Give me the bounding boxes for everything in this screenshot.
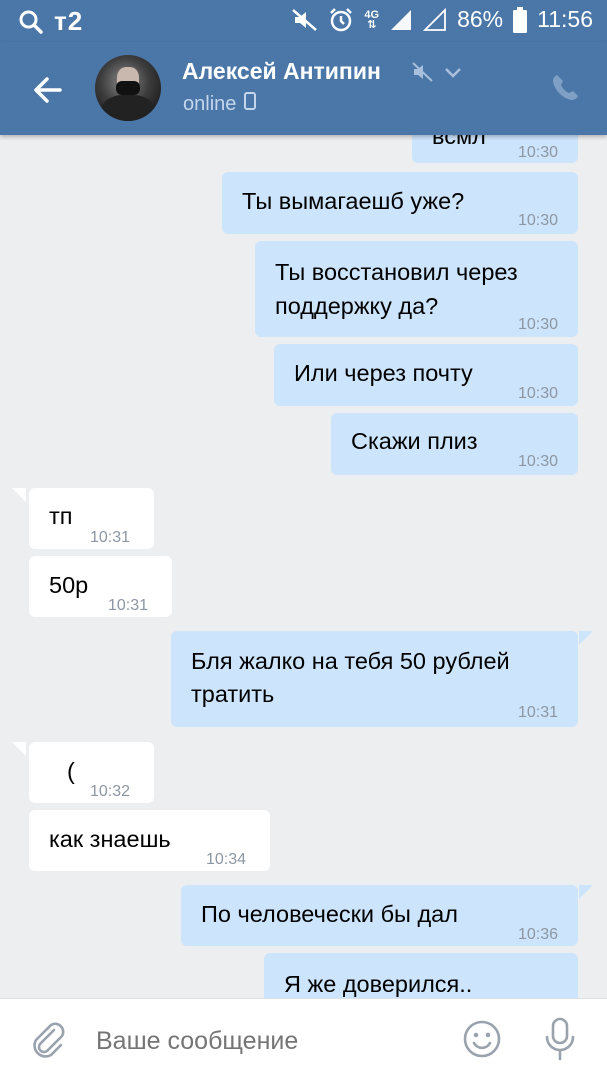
- clock: 11:56: [537, 6, 593, 32]
- message-text: Или через почту: [294, 360, 473, 386]
- chat-header: Алексей Антипин online: [0, 42, 607, 135]
- carrier-name: т2: [54, 6, 84, 36]
- phone-icon[interactable]: [549, 72, 581, 104]
- message-text-line: Бля жалко на тебя 50 рублей: [191, 648, 510, 674]
- message-outgoing[interactable]: По человечески бы дал 10:36: [181, 885, 578, 946]
- mobile-icon: [244, 92, 257, 116]
- message-text: Ты вымагаешб уже?: [242, 188, 465, 214]
- message-text: как знаешь: [49, 826, 171, 852]
- bubble-tail: [12, 742, 26, 756]
- microphone-icon[interactable]: [543, 1017, 577, 1061]
- message-text: Скажи плиз: [351, 428, 478, 454]
- message-time: 10:32: [90, 783, 131, 800]
- status-text: online: [183, 92, 237, 115]
- message-time: 10:36: [518, 988, 558, 998]
- contact-name[interactable]: Алексей Антипин: [182, 58, 381, 85]
- network-4g-icon: 4G ⇅: [364, 8, 380, 31]
- search-icon: [18, 9, 44, 35]
- message-outgoing[interactable]: Бля жалко на тебя 50 рублей тратить 10:3…: [171, 631, 578, 727]
- signal-icon: [389, 8, 413, 32]
- bubble-tail: [12, 488, 26, 502]
- message-input[interactable]: [96, 1021, 446, 1061]
- message-time: 10:30: [517, 316, 558, 333]
- attach-icon[interactable]: [30, 1021, 66, 1059]
- message-incoming[interactable]: как знаешь 10:34: [29, 810, 270, 871]
- message-time: 10:30: [517, 385, 558, 402]
- alarm-icon: [328, 7, 354, 33]
- battery-icon: [513, 6, 528, 33]
- message-outgoing[interactable]: Я же доверился.. 10:36: [264, 953, 578, 998]
- message-outgoing[interactable]: Скажи плиз 10:30: [331, 413, 578, 475]
- message-text-line: Ты восстановил через: [275, 259, 518, 285]
- message-text: Я же доверился..: [284, 971, 473, 997]
- message-outgoing[interactable]: Ты вымагаешб уже? 10:30: [222, 172, 578, 234]
- message-text: По человечески бы дал: [201, 901, 458, 927]
- contact-status: online: [183, 92, 257, 116]
- message-composer: [0, 998, 607, 1080]
- message-text: тп: [49, 503, 73, 529]
- message-time: 10:34: [206, 851, 247, 868]
- message-time: 10:31: [90, 529, 131, 546]
- message-text: (: [67, 758, 75, 784]
- back-arrow-icon[interactable]: [30, 72, 66, 108]
- message-text: 50р: [49, 572, 89, 598]
- status-bar: т2 4G ⇅ 86% 11:56: [0, 0, 607, 42]
- message-text: всмл: [432, 135, 486, 149]
- message-time: 10:30: [517, 453, 558, 470]
- message-time: 10:31: [108, 597, 149, 614]
- emoji-icon[interactable]: [462, 1019, 502, 1059]
- message-text-line: тратить: [191, 681, 275, 707]
- mute-icon: [292, 8, 318, 32]
- muted-speaker-icon: [412, 62, 434, 87]
- message-outgoing[interactable]: всмл 10:30: [412, 135, 578, 163]
- message-outgoing[interactable]: Ты восстановил через поддержку да? 10:30: [255, 241, 578, 337]
- message-incoming[interactable]: 50р 10:31: [29, 556, 172, 617]
- bubble-tail: [579, 885, 593, 899]
- message-outgoing[interactable]: Или через почту 10:30: [274, 344, 578, 406]
- battery-percent: 86%: [457, 6, 504, 32]
- signal-empty-icon: [423, 7, 447, 32]
- message-incoming[interactable]: ( 10:32: [29, 742, 154, 803]
- avatar[interactable]: [95, 55, 161, 121]
- message-list[interactable]: всмл 10:30 Ты вымагаешб уже? 10:30 Ты во…: [0, 135, 607, 998]
- chevron-down-icon[interactable]: [444, 66, 462, 84]
- message-time: 10:36: [517, 926, 558, 943]
- message-time: 10:31: [517, 704, 558, 721]
- bubble-tail: [579, 631, 593, 645]
- network-label: 4G: [364, 8, 380, 21]
- message-time: 10:30: [517, 144, 558, 161]
- message-time: 10:30: [517, 212, 558, 229]
- message-text-line: поддержку да?: [275, 293, 439, 319]
- message-incoming[interactable]: тп 10:31: [29, 488, 154, 549]
